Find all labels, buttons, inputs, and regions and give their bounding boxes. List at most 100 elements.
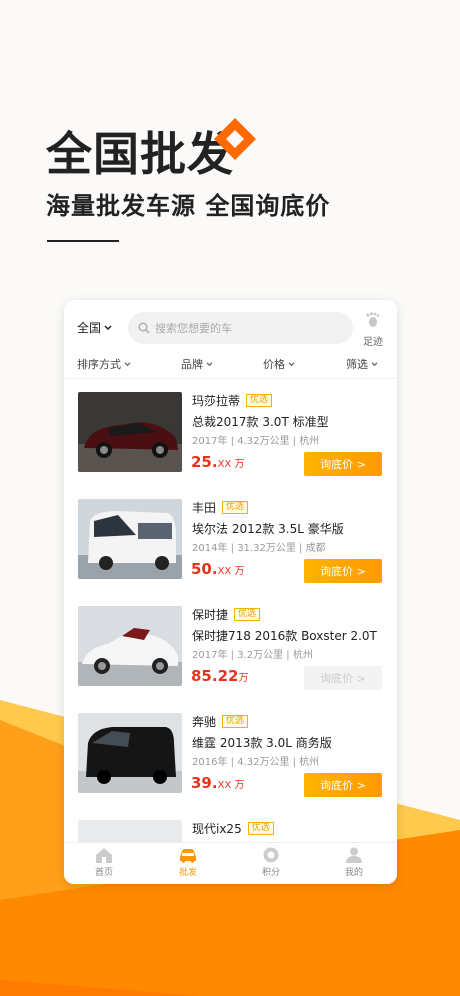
region-selector[interactable]: 全国 xyxy=(77,319,112,336)
car-photo xyxy=(78,606,182,686)
ask-price-button[interactable]: 询底价 > xyxy=(304,773,382,797)
footprint-icon xyxy=(366,312,380,327)
car-meta: 2014年 | 31.32万公里 | 成都 xyxy=(192,543,326,554)
tab-wholesale[interactable]: 批发 xyxy=(158,847,218,878)
search-placeholder: 搜索您想要的车 xyxy=(155,322,232,335)
car-meta: 2017年 | 4.32万公里 | 杭州 xyxy=(192,436,320,447)
price-value: 50. xyxy=(191,560,218,578)
list-item[interactable]: 丰田 优选 埃尔法 2012款 3.5L 豪华版 2014年 | 31.32万公里… xyxy=(64,487,397,594)
car-city: 杭州 xyxy=(292,650,313,661)
hero-title: 全国批发 xyxy=(46,127,234,181)
car-photo xyxy=(78,392,182,472)
car-brand: 玛莎拉蒂 优选 xyxy=(192,392,273,409)
tab-label: 我的 xyxy=(344,868,363,878)
car-meta: 2017年 | 3.2万公里 | 杭州 xyxy=(192,650,313,661)
car-model: 保时捷718 2016款 Boxster 2.0T xyxy=(192,629,377,643)
chevron-down-icon xyxy=(371,361,378,366)
hero-divider xyxy=(47,240,119,242)
car-mileage: 4.32万公里 xyxy=(237,436,290,447)
car-brand: 保时捷 优选 xyxy=(192,606,261,623)
brand-name: 丰田 xyxy=(192,501,217,515)
price-unit: XX 万 xyxy=(217,780,245,791)
filter-label: 筛选 xyxy=(346,358,368,371)
bottom-tab-bar: 首页 批发 积分 我的 xyxy=(64,842,397,884)
car-mileage: 31.32万公里 xyxy=(237,543,296,554)
car-brand: 现代ix25 优选 xyxy=(192,820,274,837)
car-price: 50.XX 万 xyxy=(191,560,244,578)
list-item[interactable]: 现代ix25 优选 xyxy=(64,808,397,842)
price-unit: XX 万 xyxy=(217,459,245,470)
price-value: 39. xyxy=(191,774,218,792)
preferred-badge: 优选 xyxy=(222,501,249,514)
filter-label: 排序方式 xyxy=(77,358,121,371)
hero-subtitle: 海量批发车源 全国询底价 xyxy=(46,192,331,220)
tab-mine[interactable]: 我的 xyxy=(324,847,384,878)
ask-price-button[interactable]: 询底价 > xyxy=(304,559,382,583)
filter-label: 价格 xyxy=(263,358,285,371)
chevron-down-icon xyxy=(104,324,112,330)
car-mileage: 4.32万公里 xyxy=(237,757,290,768)
car-model: 埃尔法 2012款 3.5L 豪华版 xyxy=(192,522,344,536)
preferred-badge: 优选 xyxy=(247,822,274,835)
filter-label: 品牌 xyxy=(181,358,203,371)
filter-bar: 排序方式 品牌 价格 筛选 xyxy=(64,352,397,379)
filter-brand[interactable]: 品牌 xyxy=(181,356,213,372)
car-mileage: 3.2万公里 xyxy=(237,650,284,661)
chevron-down-icon xyxy=(206,361,213,366)
list-item[interactable]: 保时捷 优选 保时捷718 2016款 Boxster 2.0T 2017年 | … xyxy=(64,594,397,701)
search-icon xyxy=(138,322,150,334)
user-icon xyxy=(346,847,362,863)
price-unit: XX 万 xyxy=(217,566,245,577)
top-bar: 全国 搜索您想要的车 足迹 xyxy=(64,300,397,350)
car-year: 2016年 xyxy=(192,757,228,768)
car-year: 2017年 xyxy=(192,650,228,661)
tab-label: 批发 xyxy=(178,868,197,878)
car-meta: 2016年 | 4.32万公里 | 杭州 xyxy=(192,757,320,768)
filter-more[interactable]: 筛选 xyxy=(346,356,378,372)
ask-price-button[interactable]: 询底价 > xyxy=(304,666,382,690)
tab-points[interactable]: 积分 xyxy=(241,847,301,878)
car-year: 2014年 xyxy=(192,543,228,554)
car-price: 25.XX 万 xyxy=(191,453,244,471)
tab-label: 首页 xyxy=(94,868,113,878)
car-city: 杭州 xyxy=(299,436,320,447)
car-city: 杭州 xyxy=(299,757,320,768)
app-screen: 全国 搜索您想要的车 足迹 排序方式 品牌 价格 筛选 玛莎拉蒂 优选 总裁20… xyxy=(64,300,397,884)
filter-sort[interactable]: 排序方式 xyxy=(77,356,131,372)
price-value: 25. xyxy=(191,453,218,471)
preferred-badge: 优选 xyxy=(246,394,273,407)
ask-price-button[interactable]: 询底价 > xyxy=(304,452,382,476)
preferred-badge: 优选 xyxy=(234,608,261,621)
car-list: 玛莎拉蒂 优选 总裁2017款 3.0T 标准型 2017年 | 4.32万公里 … xyxy=(64,380,397,842)
price-value: 85.22 xyxy=(191,667,239,685)
brand-name: 保时捷 xyxy=(192,608,229,622)
search-input[interactable]: 搜索您想要的车 xyxy=(128,312,353,344)
brand-name: 玛莎拉蒂 xyxy=(192,394,241,408)
car-city: 成都 xyxy=(305,543,326,554)
tab-home[interactable]: 首页 xyxy=(74,847,134,878)
chevron-down-icon xyxy=(124,361,131,366)
brand-name: 现代ix25 xyxy=(192,822,242,836)
car-model: 维霆 2013款 3.0L 商务版 xyxy=(192,736,332,750)
list-item[interactable]: 玛莎拉蒂 优选 总裁2017款 3.0T 标准型 2017年 | 4.32万公里 … xyxy=(64,380,397,487)
car-price: 39.XX 万 xyxy=(191,774,244,792)
car-brand: 奔驰 优选 xyxy=(192,713,249,730)
chevron-down-icon xyxy=(288,361,295,366)
car-icon xyxy=(180,849,196,863)
price-unit: 万 xyxy=(238,673,249,684)
car-model: 总裁2017款 3.0T 标准型 xyxy=(192,415,329,429)
filter-price[interactable]: 价格 xyxy=(263,356,295,372)
car-photo xyxy=(78,820,182,842)
tab-label: 积分 xyxy=(261,868,280,878)
car-price: 85.22万 xyxy=(191,667,248,685)
footprint-label: 足迹 xyxy=(363,337,383,348)
car-year: 2017年 xyxy=(192,436,228,447)
car-photo xyxy=(78,713,182,793)
brand-name: 奔驰 xyxy=(192,715,217,729)
car-photo xyxy=(78,499,182,579)
diamond-logo-mark xyxy=(214,118,256,160)
footprint-button[interactable]: 足迹 xyxy=(360,312,386,348)
points-icon xyxy=(263,847,279,863)
region-label: 全国 xyxy=(77,321,102,335)
list-item[interactable]: 奔驰 优选 维霆 2013款 3.0L 商务版 2016年 | 4.32万公里 |… xyxy=(64,701,397,808)
